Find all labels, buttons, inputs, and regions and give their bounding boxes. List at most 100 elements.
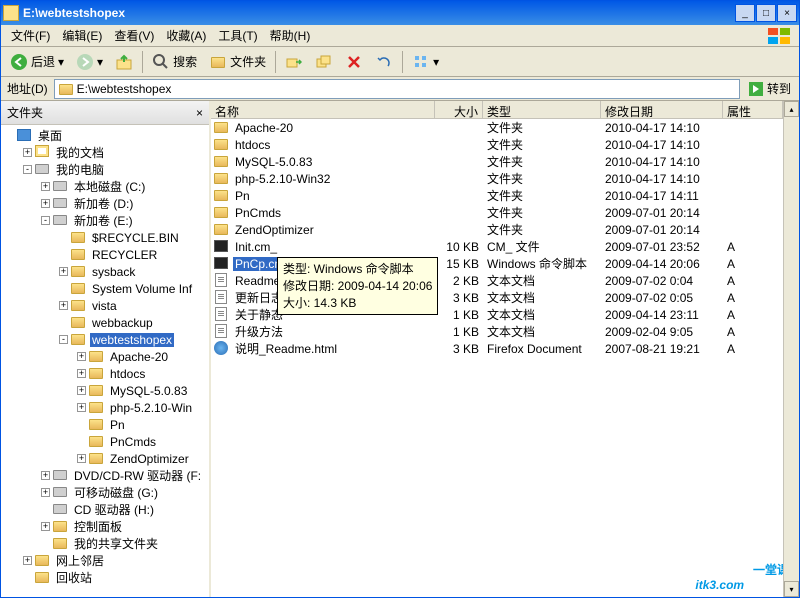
file-row[interactable]: Apache-20文件夹2010-04-17 14:10 [211, 119, 799, 136]
delete-button[interactable] [340, 50, 368, 74]
file-name: Init.cm_ [233, 240, 279, 254]
expand-icon[interactable]: + [41, 471, 50, 480]
folder-icon [53, 519, 69, 535]
expand-icon[interactable]: + [77, 403, 86, 412]
up-button[interactable] [110, 50, 138, 74]
search-button[interactable]: 搜索 [147, 50, 202, 74]
expand-icon[interactable]: + [77, 352, 86, 361]
file-row[interactable]: MySQL-5.0.83文件夹2010-04-17 14:10 [211, 153, 799, 170]
menu-item-2[interactable]: 查看(V) [108, 25, 160, 46]
minimize-button[interactable]: _ [735, 4, 755, 22]
tree-node[interactable]: $RECYCLE.BIN [1, 229, 209, 246]
tree-node[interactable]: +可移动磁盘 (G:) [1, 484, 209, 501]
file-row[interactable]: PnCmds文件夹2009-07-01 20:14 [211, 204, 799, 221]
forward-button[interactable]: ▾ [71, 50, 108, 74]
folder-tree[interactable]: 桌面+我的文档-我的电脑+本地磁盘 (C:)+新加卷 (D:)-新加卷 (E:)… [1, 125, 209, 597]
folder-icon [71, 281, 87, 297]
file-row[interactable]: 关于静态1 KB文本文档2009-04-14 23:11A [211, 306, 799, 323]
tree-node[interactable]: -我的电脑 [1, 161, 209, 178]
menu-item-4[interactable]: 工具(T) [212, 25, 263, 46]
maximize-button[interactable]: □ [756, 4, 776, 22]
folder-icon [35, 570, 51, 586]
go-button[interactable]: 转到 [744, 80, 795, 97]
tree-node-label: vista [90, 299, 119, 313]
tree-node[interactable]: 桌面 [1, 127, 209, 144]
move-button[interactable] [280, 50, 308, 74]
expand-icon[interactable]: + [41, 182, 50, 191]
file-row[interactable]: Readme.txt2 KB文本文档2009-07-02 0:04A [211, 272, 799, 289]
tree-node[interactable]: +sysback [1, 263, 209, 280]
tree-node[interactable]: +DVD/CD-RW 驱动器 (F: [1, 467, 209, 484]
expand-icon[interactable]: + [41, 199, 50, 208]
tree-node[interactable]: RECYCLER [1, 246, 209, 263]
file-name: ZendOptimizer [233, 223, 316, 237]
tree-node[interactable]: +MySQL-5.0.83 [1, 382, 209, 399]
collapse-icon[interactable]: - [59, 335, 68, 344]
tree-node[interactable]: 回收站 [1, 569, 209, 586]
expand-icon[interactable]: + [59, 301, 68, 310]
expand-icon[interactable]: + [77, 369, 86, 378]
tree-node[interactable]: webbackup [1, 314, 209, 331]
expand-icon[interactable]: + [77, 386, 86, 395]
folders-button[interactable]: 文件夹 [204, 50, 271, 74]
column-header-type[interactable]: 类型 [483, 101, 601, 118]
tree-node[interactable]: +网上邻居 [1, 552, 209, 569]
menu-item-1[interactable]: 编辑(E) [56, 25, 108, 46]
copy-button[interactable] [310, 50, 338, 74]
file-row[interactable]: php-5.2.10-Win32文件夹2010-04-17 14:10 [211, 170, 799, 187]
scroll-up-button[interactable]: ▴ [784, 101, 799, 117]
sidebar-close-button[interactable]: × [196, 106, 203, 120]
tree-node[interactable]: +新加卷 (D:) [1, 195, 209, 212]
views-button[interactable]: ▾ [407, 50, 444, 74]
column-header-date[interactable]: 修改日期 [601, 101, 723, 118]
tree-node[interactable]: Pn [1, 416, 209, 433]
tree-node[interactable]: -webtestshopex [1, 331, 209, 348]
expand-icon[interactable]: + [41, 488, 50, 497]
file-list[interactable]: Apache-20文件夹2010-04-17 14:10htdocs文件夹201… [211, 119, 799, 597]
tree-node[interactable]: -新加卷 (E:) [1, 212, 209, 229]
undo-button[interactable] [370, 50, 398, 74]
column-header-name[interactable]: 名称 [211, 101, 435, 118]
tree-node[interactable]: PnCmds [1, 433, 209, 450]
tree-node[interactable]: +ZendOptimizer [1, 450, 209, 467]
file-row[interactable]: htdocs文件夹2010-04-17 14:10 [211, 136, 799, 153]
tree-node[interactable]: + vista [1, 297, 209, 314]
address-value: E:\webtestshopex [77, 82, 172, 96]
expand-icon[interactable]: + [23, 556, 32, 565]
no-expand [77, 420, 86, 429]
address-input[interactable]: E:\webtestshopex [54, 79, 740, 99]
tree-node-label: System Volume Inf [90, 282, 194, 296]
file-row[interactable]: ZendOptimizer文件夹2009-07-01 20:14 [211, 221, 799, 238]
expand-icon[interactable]: + [41, 522, 50, 531]
expand-icon[interactable]: + [59, 267, 68, 276]
scroll-down-button[interactable]: ▾ [784, 581, 799, 597]
menu-item-5[interactable]: 帮助(H) [264, 25, 317, 46]
tree-node[interactable]: CD 驱动器 (H:) [1, 501, 209, 518]
close-button[interactable]: × [777, 4, 797, 22]
tree-node[interactable]: +我的文档 [1, 144, 209, 161]
menu-item-3[interactable]: 收藏(A) [160, 25, 212, 46]
folder-icon [89, 366, 105, 382]
tree-node[interactable]: +php-5.2.10-Win [1, 399, 209, 416]
back-button[interactable]: 后退 ▾ [5, 50, 69, 74]
expand-icon[interactable]: + [77, 454, 86, 463]
file-row[interactable]: Pn文件夹2010-04-17 14:11 [211, 187, 799, 204]
file-row[interactable]: 升级方法1 KB文本文档2009-02-04 9:05A [211, 323, 799, 340]
tree-node[interactable]: 我的共享文件夹 [1, 535, 209, 552]
tree-node[interactable]: +控制面板 [1, 518, 209, 535]
file-row[interactable]: PnCp.cmd15 KBWindows 命令脚本2009-04-14 20:0… [211, 255, 799, 272]
tree-node[interactable]: System Volume Inf [1, 280, 209, 297]
tree-node[interactable]: +本地磁盘 (C:) [1, 178, 209, 195]
expand-icon[interactable]: + [23, 148, 32, 157]
file-row[interactable]: Init.cm_10 KBCM_ 文件2009-07-01 23:52A [211, 238, 799, 255]
tree-node[interactable]: +htdocs [1, 365, 209, 382]
collapse-icon[interactable]: - [41, 216, 50, 225]
file-row[interactable]: 说明_Readme.html3 KBFirefox Document2007-0… [211, 340, 799, 357]
scrollbar[interactable]: ▴ ▾ [783, 101, 799, 597]
column-header-attr[interactable]: 属性 [723, 101, 783, 118]
menu-item-0[interactable]: 文件(F) [5, 25, 56, 46]
column-header-size[interactable]: 大小 [435, 101, 483, 118]
collapse-icon[interactable]: - [23, 165, 32, 174]
file-row[interactable]: 更新日志3 KB文本文档2009-07-02 0:05A [211, 289, 799, 306]
tree-node[interactable]: +Apache-20 [1, 348, 209, 365]
